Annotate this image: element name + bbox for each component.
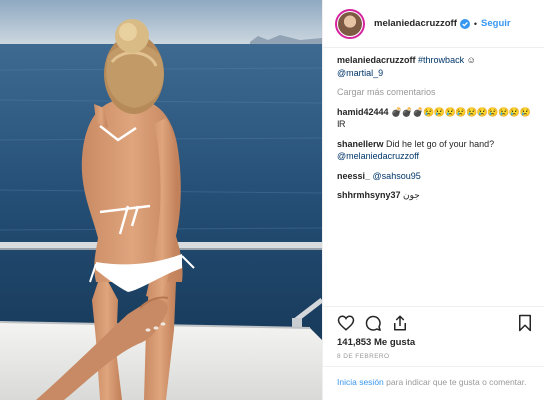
post-photo[interactable] (0, 0, 322, 400)
post-date: 8 DE FEBRERO (337, 353, 390, 360)
header-separator: • (473, 18, 478, 29)
comment-item: hamid42444 💣💣💣😢😢😢😢😢😢😢😢😢😢IR (337, 106, 535, 131)
comment-item: shhrmhsyny37 جون (337, 189, 535, 202)
action-bar (323, 306, 544, 336)
header-username[interactable]: melaniedacruzzoff (374, 18, 457, 29)
login-prompt-text: para indicar que te gusta o comentar. (386, 377, 527, 387)
caption-username[interactable]: melaniedacruzzoff (337, 55, 416, 65)
caption-emoji: ☺ (466, 55, 476, 65)
verified-badge-icon (459, 18, 470, 29)
comments-list: melaniedacruzzoff #throwback ☺ @martial_… (323, 54, 544, 209)
login-link[interactable]: Inicia sesión (337, 377, 384, 387)
comment-item: shanellerw Did he let go of your hand? @… (337, 138, 535, 163)
comment-text: جون (403, 190, 420, 200)
post-details-panel: melaniedacruzzoff • Seguir melaniedacruz… (322, 0, 544, 400)
avatar[interactable] (335, 8, 365, 39)
comment-mention[interactable]: @sahsou95 (373, 171, 421, 181)
comment-username[interactable]: shhrmhsyny37 (337, 190, 401, 200)
comment-text: Did he let go of your hand? (386, 138, 495, 149)
comment-mention[interactable]: @melaniedacruzzoff (337, 151, 419, 161)
share-icon[interactable] (391, 314, 409, 332)
follow-button[interactable]: Seguir (481, 18, 511, 29)
caption: melaniedacruzzoff #throwback ☺ @martial_… (337, 54, 535, 79)
post-header: melaniedacruzzoff • Seguir (323, 0, 544, 48)
comment-icon[interactable] (364, 314, 382, 332)
comment-item: neessi_ @sahsou95 (337, 170, 535, 183)
heart-icon[interactable] (337, 314, 355, 332)
caption-mention[interactable]: @martial_9 (337, 68, 383, 78)
comment-username[interactable]: shanellerw (337, 139, 384, 149)
login-prompt: Inicia sesión para indicar que te gusta … (323, 366, 544, 400)
load-more-comments-button[interactable]: Cargar más comentarios (337, 86, 535, 99)
bookmark-icon[interactable] (516, 314, 534, 332)
photo-illustration (0, 0, 322, 400)
comment-username[interactable]: hamid42444 (337, 107, 389, 117)
likes-count[interactable]: 141,853 Me gusta (337, 337, 415, 348)
caption-hashtag[interactable]: #throwback (418, 55, 464, 65)
comment-username[interactable]: neessi_ (337, 171, 370, 181)
